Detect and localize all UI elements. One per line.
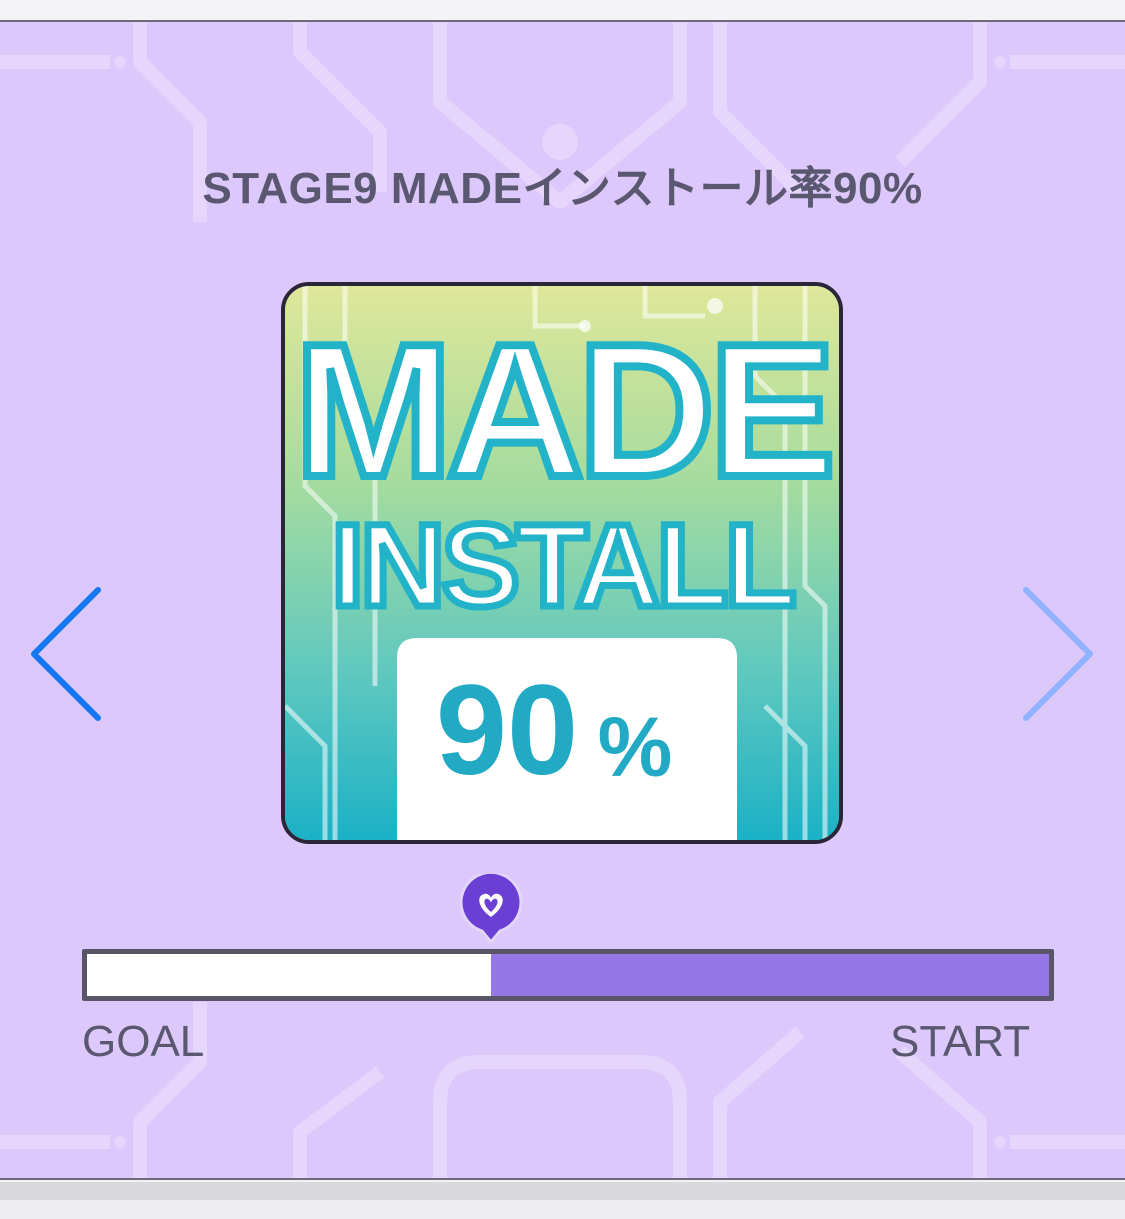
percent-value-text: 90 [436, 659, 578, 802]
bottom-divider [0, 1182, 1125, 1200]
stage-title: STAGE9 MADEインストール率90% [202, 164, 923, 213]
stage-panel: STAGE9 MADEインストール率90% MADE INSTALL 90 % … [0, 20, 1125, 1180]
bottom-strip [0, 1182, 1125, 1219]
percent-sign-text: % [598, 700, 673, 794]
progress-heart-marker-icon [458, 870, 524, 946]
start-label: START [890, 1017, 1031, 1066]
install-text: INSTALL [331, 500, 793, 632]
top-strip [0, 0, 1125, 20]
stage-progress-bar [82, 949, 1054, 1001]
previous-stage-button[interactable] [20, 582, 110, 722]
goal-label: GOAL [82, 1017, 205, 1066]
chevron-right-icon [1023, 587, 1093, 721]
progress-remaining-fill [87, 954, 492, 996]
chevron-left-icon [31, 587, 101, 721]
stage-reward-card[interactable]: MADE INSTALL 90 % [281, 282, 843, 844]
made-install-artwork: MADE INSTALL 90 % [285, 286, 839, 840]
made-logo-text: MADE [294, 305, 829, 517]
next-stage-button[interactable] [1010, 582, 1100, 722]
